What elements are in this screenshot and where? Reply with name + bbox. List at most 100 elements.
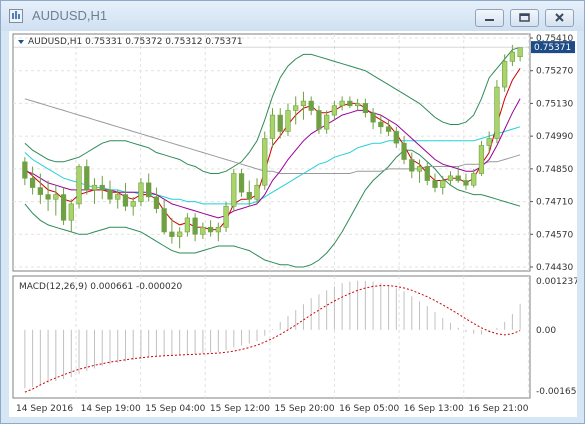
candle-body	[130, 201, 136, 207]
candle-body	[84, 166, 90, 191]
candle-body	[401, 142, 407, 160]
price-label: 0.75270	[536, 67, 573, 77]
candle-body	[440, 180, 446, 188]
candle-body	[494, 86, 500, 139]
candle-body	[471, 173, 477, 186]
chart-window: AUDUSD,H1 0.75371 0.75410 0.75270 0.75130 0.…	[0, 0, 585, 424]
main-chart-header: AUDUSD,H1 0.75331 0.75372 0.75312 0.7537…	[28, 37, 243, 47]
candle-body	[45, 194, 51, 200]
candle-body	[262, 138, 268, 186]
macd-label: -0.001653	[536, 387, 577, 397]
price-label: 0.75410	[536, 34, 573, 44]
window-title: AUDUSD,H1	[32, 8, 108, 23]
candle-body	[269, 114, 276, 139]
time-label: 15 Sep 12:00	[210, 404, 270, 414]
price-label: 0.75130	[536, 99, 573, 109]
chart-area[interactable]: 0.75371 0.75410 0.75270 0.75130 0.74990 0.748…	[9, 31, 577, 417]
macd-label: 0.00	[536, 326, 556, 336]
candle-body	[393, 131, 399, 144]
candle-body	[300, 100, 307, 107]
candle-body	[246, 191, 252, 200]
candle-body	[146, 182, 152, 198]
candle-body	[409, 159, 415, 172]
minimize-icon	[485, 19, 494, 21]
time-label: 16 Sep 21:00	[468, 404, 528, 414]
candle-body	[478, 145, 485, 174]
candle-body	[68, 203, 74, 221]
close-button[interactable]	[545, 9, 574, 27]
price-label: 0.74430	[536, 263, 573, 273]
candle-body	[231, 173, 237, 207]
candle-body	[200, 226, 206, 235]
candle-body	[424, 166, 430, 181]
time-label: 14 Sep 19:00	[81, 404, 141, 414]
candle-body	[254, 184, 260, 200]
candle-body	[207, 226, 214, 233]
chart-window-icon	[9, 9, 23, 23]
candle-body	[277, 114, 283, 132]
minimize-button[interactable]	[475, 9, 504, 27]
time-label: 16 Sep 05:00	[339, 404, 399, 414]
candle-body	[502, 61, 508, 88]
candle-body	[91, 184, 98, 191]
candle-body	[184, 217, 190, 233]
restore-button[interactable]	[510, 9, 539, 27]
candle-body	[153, 196, 160, 209]
candle-body	[122, 194, 129, 207]
price-label: 0.74850	[536, 165, 573, 175]
candle-body	[509, 51, 516, 62]
macd-panel-frame	[12, 275, 531, 399]
time-label: 16 Sep 13:00	[404, 404, 464, 414]
candle-body	[355, 103, 361, 107]
candle-body	[416, 166, 423, 172]
candle-body	[161, 208, 167, 233]
candle-body	[316, 110, 322, 130]
candle-body	[169, 231, 175, 237]
candle-body	[99, 184, 105, 191]
candle-body	[347, 100, 353, 107]
candle-body	[517, 47, 523, 57]
candle-body	[455, 175, 461, 181]
candle-body	[331, 105, 338, 116]
candle-body	[138, 182, 144, 202]
candle-body	[76, 166, 82, 205]
price-label: 0.74710	[536, 198, 573, 208]
candle-body	[447, 175, 454, 181]
current-price-label: 0.75371	[534, 43, 571, 53]
candle-body	[385, 126, 392, 132]
title-bar[interactable]: AUDUSD,H1	[1, 1, 584, 31]
candle-body	[22, 161, 28, 179]
candle-body	[107, 189, 113, 200]
candle-body	[29, 177, 36, 188]
candle-body	[115, 194, 121, 200]
candle-body	[308, 100, 314, 111]
time-label: 15 Sep 04:00	[145, 404, 205, 414]
candle-body	[486, 138, 492, 146]
close-icon	[555, 13, 564, 22]
macd-label: 0.001237	[536, 277, 577, 287]
candle-body	[324, 114, 330, 130]
candle-body	[370, 112, 376, 123]
candle-body	[238, 173, 245, 193]
main-panel-frame	[12, 33, 531, 272]
candle-body	[293, 105, 299, 111]
candle-body	[432, 180, 438, 188]
candle-body	[60, 194, 67, 221]
candle-body	[223, 205, 229, 228]
price-chart[interactable]: 0.753710.75410 0.75270 0.75130 0.74990 0.748…	[9, 31, 577, 417]
candle-body	[177, 231, 183, 237]
candle-body	[339, 100, 345, 107]
candle-body	[285, 110, 291, 132]
time-label: 15 Sep 20:00	[275, 404, 335, 414]
candle-body	[362, 103, 368, 114]
candle-body	[215, 226, 221, 233]
price-label: 0.74990	[536, 132, 573, 142]
price-label: 0.74570	[536, 230, 573, 240]
candle-body	[463, 180, 469, 186]
candle-body	[53, 194, 59, 200]
macd-header: MACD(12,26,9) 0.000661 -0.000020	[19, 282, 182, 292]
candle-body	[192, 217, 198, 235]
candle-body	[37, 187, 43, 195]
restore-icon	[519, 13, 530, 22]
time-label: 14 Sep 2016	[16, 404, 73, 414]
